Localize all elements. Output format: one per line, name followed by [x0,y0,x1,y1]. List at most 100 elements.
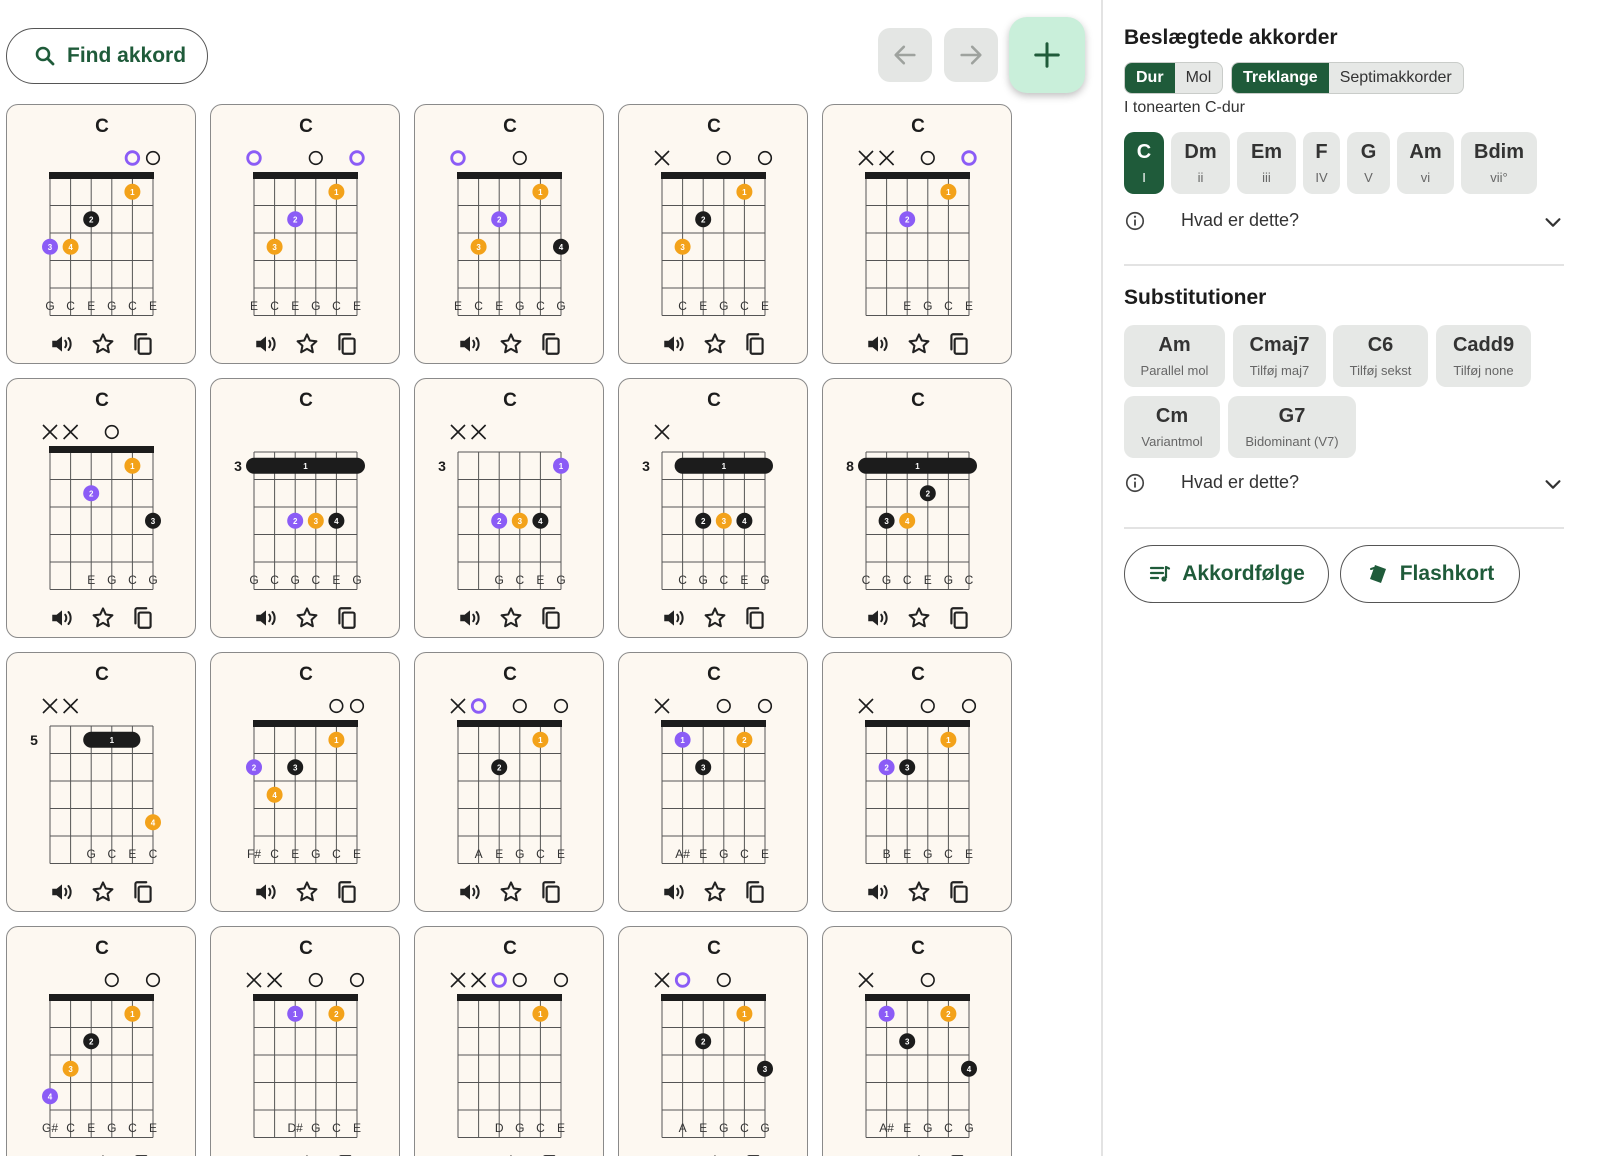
scale-degree-chip[interactable]: Am vi [1397,132,1454,194]
star-icon[interactable] [702,879,728,905]
chord-card[interactable]: C21AEGCE [414,652,604,912]
nut [865,720,970,727]
speaker-icon[interactable] [457,331,483,357]
copy-icon[interactable] [538,879,564,905]
chord-card[interactable]: C1DGCE [414,926,604,1156]
star-icon[interactable] [702,331,728,357]
card-actions [823,877,1011,909]
chord-card[interactable]: C 2 4 3 1 F# C E G C E [210,652,400,912]
speaker-icon[interactable] [865,605,891,631]
copy-icon[interactable] [334,605,360,631]
copy-icon[interactable] [334,331,360,357]
chord-card[interactable]: C213AEGCG [618,926,808,1156]
star-icon[interactable] [906,879,932,905]
scale-degree-chip[interactable]: Em iii [1237,132,1296,194]
speaker-icon[interactable] [661,605,687,631]
chord-card[interactable]: C31234GCGCEG [210,378,400,638]
copy-icon[interactable] [130,605,156,631]
mode-option-major[interactable]: Dur [1125,63,1175,93]
scale-degree-chip[interactable]: F IV [1303,132,1340,194]
chord-card[interactable]: C31234CGCEG [618,378,808,638]
copy-icon[interactable] [946,605,972,631]
finger-number: 3 [476,243,481,252]
substitution-chip[interactable]: Cm Variantmol [1124,396,1220,458]
add-button[interactable] [1009,17,1085,93]
copy-icon[interactable] [946,331,972,357]
find-chord-button[interactable]: Find akkord [6,28,208,84]
star-icon[interactable] [906,605,932,631]
mode-option-minor[interactable]: Mol [1175,63,1223,93]
chord-card[interactable]: C321ECEGCE [210,104,400,364]
star-icon[interactable] [90,331,116,357]
chord-card[interactable]: C514GCEC [6,652,196,912]
info-toggle-related[interactable]: Hvad er dette? [1124,207,1564,237]
speaker-icon[interactable] [661,331,687,357]
info-toggle-substitutions[interactable]: Hvad er dette? [1124,469,1564,499]
chord-card[interactable]: C3214ECEGCG [414,104,604,364]
speaker-icon[interactable] [457,879,483,905]
chord-card[interactable]: C3421GCEGCE [6,104,196,364]
chord-card[interactable]: C321CEGCE [618,104,808,364]
chord-card[interactable]: C 1 2 D# G C E [210,926,400,1156]
speaker-icon[interactable] [253,879,279,905]
copy-icon[interactable] [334,879,360,905]
copy-icon[interactable] [742,605,768,631]
chord-card[interactable]: C 4 3 2 1 G# C E G C E [6,926,196,1156]
speaker-icon[interactable] [49,879,75,905]
scale-degree-chip[interactable]: Bdim vii° [1461,132,1537,194]
chord-card[interactable]: C32341GCEG [414,378,604,638]
star-icon[interactable] [498,879,524,905]
star-icon[interactable] [498,331,524,357]
speaker-icon[interactable] [253,331,279,357]
finger-number: 2 [742,736,747,745]
substitution-chip[interactable]: G7 Bidominant (V7) [1228,396,1356,458]
copy-icon[interactable] [742,331,768,357]
star-icon[interactable] [90,605,116,631]
substitution-chip[interactable]: Cadd9 Tilføj none [1436,325,1531,387]
scale-degree-chip[interactable]: CI [1124,132,1164,194]
next-button[interactable] [944,28,998,82]
speaker-icon[interactable] [49,605,75,631]
chord-card[interactable]: C213EGCG [6,378,196,638]
scale-degree-chip[interactable]: GV [1347,132,1390,194]
copy-icon[interactable] [130,331,156,357]
string-note: E [291,299,299,313]
star-icon[interactable] [906,331,932,357]
string-note: A [475,847,483,861]
copy-icon[interactable] [538,605,564,631]
type-option-sevenths[interactable]: Septimakkorder [1329,63,1463,93]
previous-button[interactable] [878,28,932,82]
type-option-triads[interactable]: Treklange [1232,63,1329,93]
speaker-icon[interactable] [49,331,75,357]
star-icon[interactable] [702,605,728,631]
finger-number: 4 [967,1065,972,1074]
substitution-chip[interactable]: C6 Tilføj sekst [1333,325,1428,387]
finger-number: 1 [130,1010,135,1019]
flashcards-button[interactable]: Flashkort [1340,545,1520,603]
chord-progression-button[interactable]: Akkordfølge [1124,545,1329,603]
star-icon[interactable] [90,879,116,905]
start-fret-label: 3 [642,458,650,474]
star-icon[interactable] [294,605,320,631]
star-icon[interactable] [294,331,320,357]
speaker-icon[interactable] [253,605,279,631]
copy-icon[interactable] [742,879,768,905]
speaker-icon[interactable] [661,879,687,905]
copy-icon[interactable] [946,879,972,905]
speaker-icon[interactable] [865,879,891,905]
speaker-icon[interactable] [457,605,483,631]
copy-icon[interactable] [130,879,156,905]
speaker-icon[interactable] [865,331,891,357]
scale-degree-chip[interactable]: Dm ii [1171,132,1230,194]
substitution-chip[interactable]: Cmaj7 Tilføj maj7 [1233,325,1326,387]
star-icon[interactable] [294,879,320,905]
chord-card[interactable]: C 1 3 2 4 A# E G C G [822,926,1012,1156]
copy-icon[interactable] [538,331,564,357]
chord-card[interactable]: C81342CGCEGC [822,378,1012,638]
substitution-chip[interactable]: Am Parallel mol [1124,325,1225,387]
chord-name: C [503,664,517,685]
chord-card[interactable]: C21EGCE [822,104,1012,364]
chord-card[interactable]: C231BEGCE [822,652,1012,912]
star-icon[interactable] [498,605,524,631]
chord-card[interactable]: C 1 3 2 A# E G C E [618,652,808,912]
